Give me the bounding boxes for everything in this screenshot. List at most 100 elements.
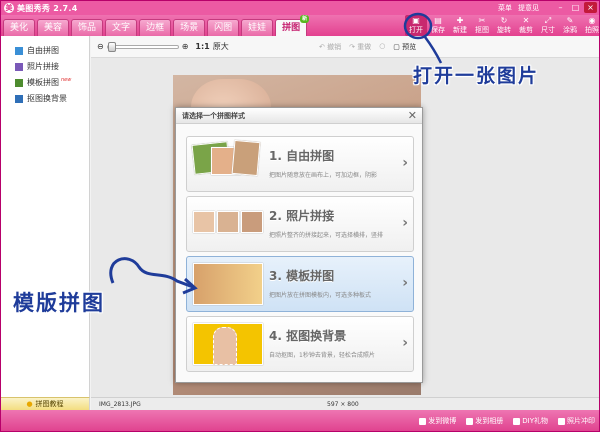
zoom-out-icon[interactable]: ⊖ [97,42,104,51]
chevron-right-icon: › [402,215,408,231]
album-icon [466,417,474,425]
original-size[interactable]: 原大 [213,41,229,52]
sidebar: 自由拼图 照片拼接 模板拼图 new 抠图换背景 [1,36,90,401]
tool-buttons: ▣ 打开 ▤ 保存 ✚ 新建 ✂ 抠图 ↻ 旋转 ✕ 裁剪 ⤢ 尺寸 ✎ 涂鸦 … [405,15,599,36]
thumb-join-3 [241,211,263,233]
tab-doll[interactable]: 娃娃 [241,19,274,36]
preview-label: 预览 [402,43,417,51]
save-icon: ▤ [434,16,442,25]
tab-text[interactable]: 文字 [105,19,138,36]
open-label: 打开 [409,26,423,34]
tab-beautify[interactable]: 美化 [3,19,36,36]
doodle-button[interactable]: ✎ 涂鸦 [559,15,581,36]
collage-tutorial-button[interactable]: ● 拼图教程 [1,397,90,410]
chevron-right-icon: › [402,155,408,171]
zoom-slider[interactable] [106,41,179,52]
diy-gift-label: DIY礼物 [522,417,548,425]
camera-icon: ◉ [588,16,596,25]
option-title: 1. 自由拼图 [269,149,335,163]
cutout-label: 抠图 [475,26,489,34]
crop-button[interactable]: ✕ 裁剪 [515,15,537,36]
redo-button[interactable]: ↷ 重做 [349,42,371,52]
sidebar-item-cutout-bg[interactable]: 抠图换背景 [15,92,89,105]
sidebar-item-photo-join[interactable]: 照片拼接 [15,60,89,73]
reset-button[interactable]: ○ [379,42,385,52]
cutout-button[interactable]: ✂ 抠图 [471,15,493,36]
preview-button[interactable]: ▢ 预览 [393,42,416,52]
undo-button[interactable]: ↶ 撤销 [319,42,341,52]
crop-label: 裁剪 [519,26,533,34]
dialog-close-icon[interactable]: ✕ [408,109,417,123]
new-badge: 新 [300,15,310,23]
sidebar-item-template-collage[interactable]: 模板拼图 new [15,76,89,89]
option-desc: 把图片随意放在画布上，可加边框，阴影 [269,172,378,179]
new-button[interactable]: ✚ 新建 [449,15,471,36]
rotate-label: 旋转 [497,26,511,34]
option-template-collage[interactable]: 3. 模板拼图 把图片放在拼图模板内，可选多种板式 › [186,256,414,312]
dialog-title: 请选择一个拼图样式 [176,108,422,124]
doodle-label: 涂鸦 [563,26,577,34]
tab-flash[interactable]: 闪图 [207,19,240,36]
photo-print-button[interactable]: 照片冲印 [558,416,595,426]
view-toolbar: ⊖ ⊕ 1:1 原大 ↶ 撤销 ↷ 重做 ○ ▢ 预览 [91,36,599,58]
file-name: IMG_2813.JPG [99,401,141,408]
thumb-join-1 [193,211,215,233]
weibo-icon [419,417,427,425]
option-title: 4. 抠图换背景 [269,329,347,343]
share-weibo-button[interactable]: 发到微博 [419,416,456,426]
option-free-collage[interactable]: 1. 自由拼图 把图片随意放在画布上，可加边框，阴影 › [186,136,414,192]
new-tag: new [61,77,72,83]
new-label: 新建 [453,26,467,34]
sidebar-item-free-collage[interactable]: 自由拼图 [15,44,89,57]
option-photo-join[interactable]: 2. 照片拼接 把照片整齐的拼接起来，可选择横排，竖排 › [186,196,414,252]
crop-icon: ✕ [522,16,530,25]
photo-join-icon [15,62,23,71]
tab-scene[interactable]: 场景 [173,19,206,36]
option-cutout-background[interactable]: 4. 抠图换背景 自动抠图，1秒钟去背景，轻松合成照片 › [186,316,414,372]
close-icon[interactable]: × [584,2,597,13]
app-logo-icon: 美 [4,3,14,13]
free-collage-icon [15,46,23,55]
feedback-link[interactable]: 提意见 [518,2,539,14]
undo-label: 撤销 [327,43,342,51]
camera-label: 拍照 [585,26,599,34]
rotate-icon: ↻ [500,16,508,25]
folder-icon: ▣ [412,16,420,25]
thumb-free-3 [231,139,261,177]
share-weibo-label: 发到微博 [428,417,457,425]
option-desc: 自动抠图，1秒钟去背景，轻松合成照片 [269,352,375,359]
tab-decoration[interactable]: 饰品 [71,19,104,36]
option-title: 3. 模板拼图 [269,269,335,283]
chevron-right-icon: › [402,275,408,291]
share-album-button[interactable]: 发到相册 [466,416,503,426]
resize-icon: ⤢ [544,16,552,25]
save-button[interactable]: ▤ 保存 [427,15,449,36]
sidebar-item-label: 自由拼图 [27,46,59,55]
zoom-in-icon[interactable]: ⊕ [182,42,189,51]
diy-gift-button[interactable]: DIY礼物 [513,416,548,426]
camera-button[interactable]: ◉ 拍照 [581,15,599,36]
resize-button[interactable]: ⤢ 尺寸 [537,15,559,36]
pen-icon: ✎ [566,16,574,25]
rotate-button[interactable]: ↻ 旋转 [493,15,515,36]
print-icon [558,417,565,425]
zoom-ratio[interactable]: 1:1 [195,42,209,51]
title-bar: 美 美图秀秀 2.7.4 菜单 提意见 – □ × [1,1,599,15]
option-title: 2. 照片拼接 [269,209,335,223]
menu-link[interactable]: 菜单 [498,2,512,14]
save-label: 保存 [431,26,445,34]
tab-collage[interactable]: 拼图 新 [275,15,310,36]
tab-border[interactable]: 边框 [139,19,172,36]
tab-beauty[interactable]: 美容 [37,19,70,36]
thumb-join-2 [217,211,239,233]
template-collage-icon [15,78,23,87]
thumb-cutout-person [213,327,237,365]
main-toolbar: 美化 美容 饰品 文字 边框 场景 闪图 娃娃 拼图 新 ▣ 打开 ▤ 保存 ✚ [1,15,599,36]
app-window: 美 美图秀秀 2.7.4 菜单 提意见 – □ × 美化 美容 饰品 文字 边框… [0,0,600,432]
zoom-slider-knob[interactable] [107,41,116,52]
thumb-template [193,263,263,305]
redo-label: 重做 [357,43,372,51]
maximize-icon[interactable]: □ [569,2,582,13]
open-button[interactable]: ▣ 打开 [405,15,427,36]
minimize-icon[interactable]: – [554,2,567,13]
